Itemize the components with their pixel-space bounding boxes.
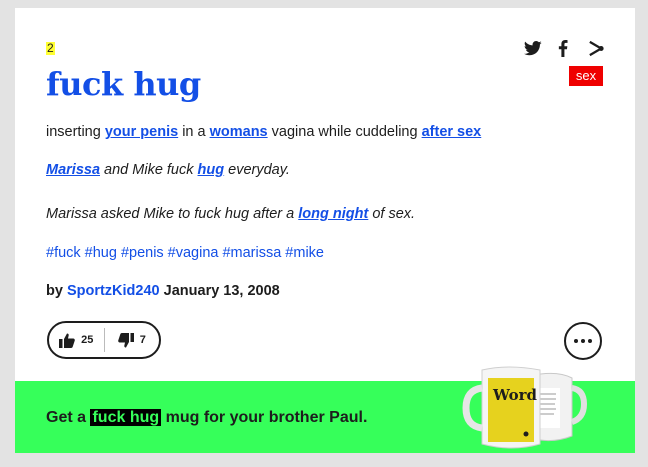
more-share-button[interactable] — [585, 38, 605, 58]
entry-date: January 13, 2008 — [163, 283, 280, 299]
term-link[interactable]: your penis — [105, 124, 178, 140]
contributor-by: by — [46, 283, 63, 299]
vote-group: 25 7 — [47, 321, 161, 359]
hashtag-link[interactable]: #vagina — [168, 245, 219, 261]
text-segment: inserting — [46, 124, 105, 140]
text-segment: Marissa asked Mike to fuck hug after a — [46, 206, 299, 222]
text-segment: vagina while cuddeling — [267, 124, 422, 140]
hashtag-link[interactable]: #fuck — [46, 245, 81, 261]
more-options-button[interactable] — [564, 322, 602, 360]
definition-example-1: Marissa and Mike fuck hug everyday. — [46, 162, 290, 178]
ellipsis-icon — [574, 339, 592, 343]
thumbs-up-icon — [59, 333, 75, 348]
share-icon — [588, 40, 604, 56]
upvote-count: 25 — [81, 334, 94, 346]
downvote-count: 7 — [139, 334, 146, 346]
text-segment: of sex. — [368, 206, 416, 222]
definition-meaning: inserting your penis in a womans vagina … — [46, 124, 481, 140]
text-segment: and Mike fuck — [100, 162, 198, 178]
hashtag-link[interactable]: #hug — [85, 245, 117, 261]
definition-example-2: Marissa asked Mike to fuck hug after a l… — [46, 206, 415, 222]
text-segment: everyday. — [224, 162, 290, 178]
hashtag-link[interactable]: #marissa — [222, 245, 281, 261]
twitter-icon — [524, 40, 542, 55]
word-title[interactable]: fuck hug — [46, 65, 201, 103]
term-link[interactable]: womans — [210, 124, 268, 140]
mug-image: Word — [462, 366, 588, 449]
facebook-icon — [558, 39, 568, 57]
promo-prefix: Get a — [46, 409, 87, 426]
author-link[interactable]: SportzKid240 — [67, 283, 160, 299]
contributor-line: by SportzKid240 January 13, 2008 — [46, 283, 280, 299]
term-link[interactable]: long night — [298, 206, 368, 222]
rank-badge: 2 — [46, 41, 55, 55]
upvote-button[interactable]: 25 — [49, 323, 104, 357]
mug-promo-banner[interactable]: Get a fuck hug mug for your brother Paul… — [15, 366, 635, 453]
tag-badge[interactable]: sex — [569, 66, 603, 86]
term-link[interactable]: after sex — [422, 124, 482, 140]
thumbs-down-icon — [117, 332, 134, 347]
promo-suffix: mug for your brother Paul. — [165, 409, 368, 426]
twitter-share-button[interactable] — [523, 38, 543, 58]
facebook-share-button[interactable] — [555, 38, 571, 58]
definition-card: 2 sex fuck hug inserting your penis in a… — [15, 8, 635, 453]
hashtag-link[interactable]: #penis — [121, 245, 164, 261]
term-link[interactable]: hug — [198, 162, 225, 178]
hashtag-list: #fuck #hug #penis #vagina #marissa #mike — [46, 245, 328, 261]
promo-word: fuck hug — [90, 409, 162, 426]
downvote-button[interactable]: 7 — [105, 323, 160, 357]
term-link[interactable]: Marissa — [46, 162, 100, 178]
promo-text: Get a fuck hug mug for your brother Paul… — [46, 409, 367, 427]
mug-label: Word — [492, 386, 538, 404]
text-segment: in a — [178, 124, 210, 140]
hashtag-link[interactable]: #mike — [285, 245, 324, 261]
